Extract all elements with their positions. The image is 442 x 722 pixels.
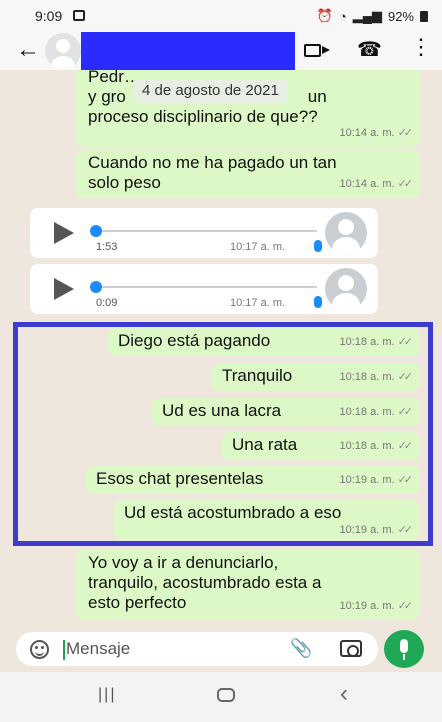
battery-percent: 92% bbox=[387, 8, 414, 24]
mic-icon bbox=[400, 639, 408, 653]
audio-duration: 0:09 bbox=[96, 297, 118, 309]
message-bubble[interactable]: Yo voy a ir a denunciarlo, tranquilo, ac… bbox=[76, 550, 420, 620]
voice-message[interactable]: 0:09 10:17 a. m. bbox=[30, 264, 378, 314]
paperclip-icon[interactable]: 📎 bbox=[290, 638, 312, 659]
date-chip: 4 de agosto de 2021 bbox=[134, 79, 287, 103]
message-time: 10:17 a. m. bbox=[230, 297, 286, 309]
message-input[interactable]: Mensaje 📎 bbox=[16, 632, 378, 666]
message-bubble[interactable]: Cuando no me ha pagado un tan solo peso … bbox=[76, 150, 420, 198]
chat-area: Pedr… y gro un proceso disciplinario de que… bbox=[0, 70, 442, 630]
status-icons: ⏰ ◔ ▂▄▆ 92% bbox=[317, 8, 428, 24]
video-call-icon[interactable] bbox=[304, 44, 330, 57]
emoji-icon[interactable] bbox=[30, 640, 49, 659]
text-cursor bbox=[63, 640, 65, 660]
mic-icon bbox=[314, 296, 322, 308]
sender-avatar bbox=[314, 268, 370, 310]
contact-avatar[interactable] bbox=[45, 33, 81, 69]
message-placeholder: Mensaje bbox=[66, 639, 131, 658]
phone-icon[interactable]: ☎ bbox=[357, 37, 382, 62]
highlight-box bbox=[13, 322, 433, 546]
alarm-icon: ⏰ bbox=[316, 8, 333, 23]
message-time: 10:17 a. m. bbox=[230, 241, 286, 253]
audio-duration: 1:53 bbox=[96, 241, 118, 253]
wifi-icon: ◔ bbox=[338, 8, 347, 24]
camera-icon[interactable] bbox=[340, 640, 362, 657]
arrow-left-icon[interactable]: ← bbox=[16, 36, 40, 64]
audio-scrubber[interactable] bbox=[90, 225, 102, 237]
voice-message[interactable]: 1:53 10:17 a. m. bbox=[30, 208, 378, 258]
chat-header: ← ☎ ⋮ bbox=[0, 32, 442, 70]
more-vert-icon[interactable]: ⋮ bbox=[410, 36, 432, 58]
screenshot-notification-icon bbox=[73, 10, 85, 21]
status-bar: 9:09 ⏰ ◔ ▂▄▆ 92% bbox=[0, 0, 442, 32]
message-time: 10:19 a. m. ✓✓ bbox=[339, 600, 414, 612]
sender-avatar bbox=[314, 212, 370, 254]
play-icon[interactable] bbox=[54, 222, 74, 244]
play-icon[interactable] bbox=[54, 278, 74, 300]
mic-button[interactable] bbox=[384, 630, 424, 668]
status-time: 9:09 bbox=[35, 8, 63, 24]
system-nav-bar: ||| ‹ bbox=[0, 672, 442, 722]
audio-track[interactable] bbox=[102, 286, 317, 288]
battery-icon bbox=[420, 10, 428, 22]
message-time: 10:14 a. m. ✓✓ bbox=[339, 127, 414, 139]
signal-icon: ▂▄▆ bbox=[352, 8, 382, 23]
audio-scrubber[interactable] bbox=[90, 281, 102, 293]
audio-track[interactable] bbox=[102, 230, 317, 232]
mic-icon bbox=[314, 240, 322, 252]
message-time: 10:14 a. m. ✓✓ bbox=[339, 178, 414, 190]
compose-bar: Mensaje 📎 bbox=[0, 630, 442, 672]
back-icon[interactable]: ‹ bbox=[340, 680, 348, 708]
recent-apps-icon[interactable]: ||| bbox=[98, 686, 116, 704]
home-icon[interactable] bbox=[217, 688, 235, 702]
contact-name-redacted[interactable] bbox=[81, 32, 295, 70]
